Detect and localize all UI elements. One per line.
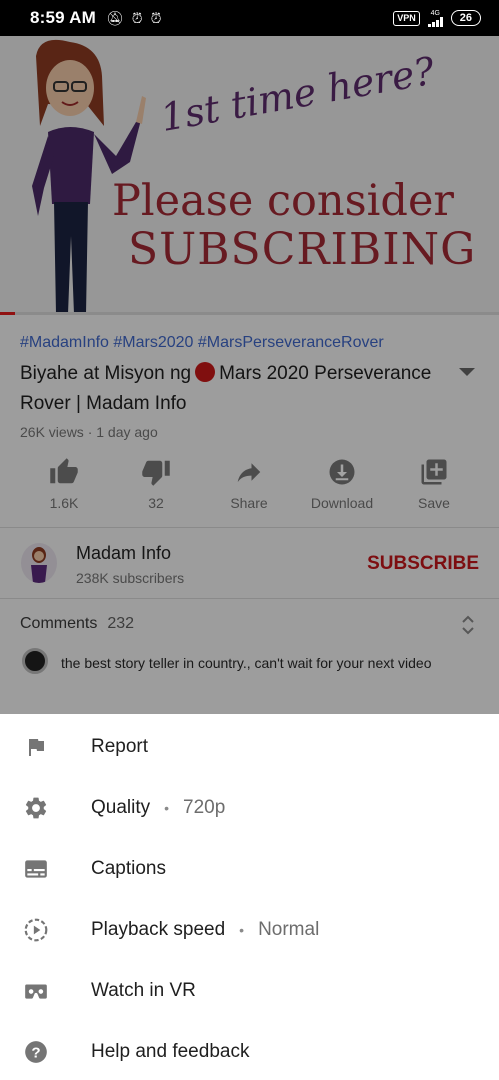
signal-icon: 4G (427, 10, 443, 27)
menu-item-report[interactable]: Report (0, 716, 499, 777)
status-time: 8:59 AM (30, 8, 96, 27)
help-icon: ? (25, 1040, 47, 1063)
gear-icon (25, 797, 47, 818)
menu-item-captions[interactable]: Captions (0, 838, 499, 899)
captions-icon (25, 859, 47, 878)
flag-icon (29, 738, 44, 756)
status-bar: 8:59 AM 🔕︎ ⏰︎ ⏰︎ VPN 4G 26 (0, 0, 499, 36)
status-right-icons: VPN 4G 26 (393, 10, 481, 27)
battery-indicator: 26 (450, 10, 481, 26)
playback-speed-icon (24, 918, 48, 941)
menu-item-playback-speed[interactable]: Playback speed • Normal (0, 899, 499, 960)
quality-value: 720p (183, 796, 226, 818)
menu-item-watch-in-vr[interactable]: Watch in VR (0, 960, 499, 1021)
vr-headset-icon (25, 984, 47, 999)
options-bottom-sheet: Report Quality • 720p Captions Playback sp… (0, 714, 499, 1080)
svg-text:?: ? (31, 1044, 40, 1061)
vpn-badge: VPN (393, 10, 420, 26)
menu-item-quality[interactable]: Quality • 720p (0, 777, 499, 838)
dim-overlay[interactable] (0, 36, 499, 714)
playback-speed-value: Normal (258, 918, 320, 940)
alarm-icon: ⏰︎ (131, 9, 143, 26)
alarm-icon: ⏰︎ (150, 9, 162, 26)
status-notification-icons: 🔕︎ ⏰︎ ⏰︎ (106, 10, 162, 27)
menu-item-help-feedback[interactable]: ? Help and feedback (0, 1021, 499, 1080)
mute-bell-icon: 🔕︎ (105, 9, 124, 26)
